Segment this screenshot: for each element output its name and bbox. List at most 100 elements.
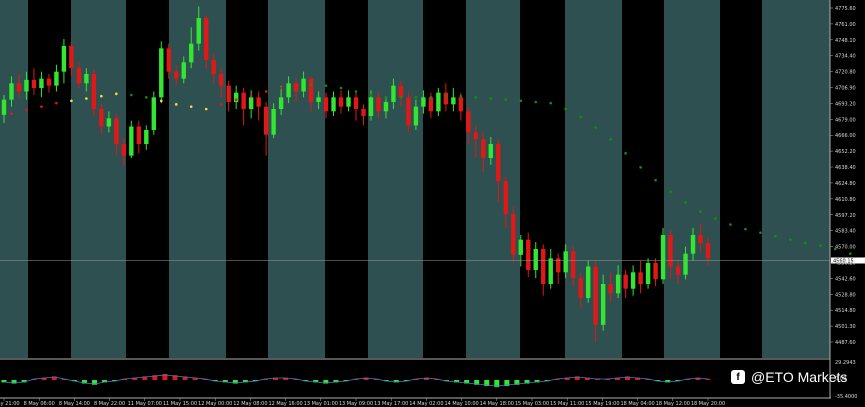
macd-band	[71, 360, 126, 398]
y-tick-label: 4720.80	[835, 70, 856, 76]
x-tick-label: 13 May 01:00	[304, 401, 338, 407]
candle-body	[346, 97, 351, 107]
ma-dot	[234, 98, 238, 101]
ma-dot	[354, 90, 358, 93]
session-band	[368, 0, 423, 358]
ma-dot	[279, 86, 283, 90]
ma-dot	[144, 96, 148, 99]
candle-body	[668, 235, 673, 267]
candle-body	[473, 132, 479, 140]
candle-body	[353, 97, 359, 109]
ma-dot	[115, 92, 118, 96]
x-tick-label: 8 May 06:00	[24, 401, 55, 407]
candle-body	[256, 97, 261, 107]
candle-body	[660, 235, 666, 280]
candle-body	[436, 92, 441, 112]
candle-body	[383, 102, 389, 112]
x-tick-label: 15 May 03:00	[515, 401, 549, 407]
candle-body	[496, 144, 501, 182]
candle-body	[421, 97, 426, 107]
candle-body	[413, 106, 419, 126]
candle-body	[91, 74, 97, 109]
price-chart[interactable]: 4560.154775.604761.004748.104734.404720.…	[0, 0, 865, 407]
candle-body	[121, 144, 127, 156]
candle-body	[196, 18, 201, 44]
ma-dot	[189, 105, 193, 108]
ma-dot	[459, 94, 463, 98]
candle-body	[54, 71, 59, 86]
y-tick-label: 4556.20	[835, 260, 856, 266]
ma-dot	[85, 97, 88, 100]
x-tick-label: 14 May 18:00	[480, 401, 514, 407]
y-tick-label: 4487.60	[835, 340, 856, 346]
macd-band	[664, 360, 720, 398]
brand-watermark: f @ETO Markets	[731, 369, 847, 385]
candle-body	[278, 97, 284, 109]
candle-body	[548, 258, 553, 284]
session-band	[423, 0, 466, 358]
y-tick-label: 4693.20	[835, 101, 856, 107]
session-band	[169, 0, 226, 358]
candle-body	[226, 85, 231, 102]
x-tick-label: 14 May 02:00	[409, 401, 443, 407]
ma-dot	[669, 190, 672, 194]
y-tick-label: 4761.00	[835, 22, 856, 28]
ma-dot	[429, 96, 433, 99]
candle-body	[481, 139, 486, 158]
y-tick-label: 4748.10	[835, 38, 856, 44]
candle-body	[16, 83, 22, 92]
candle-body	[578, 278, 583, 298]
y-tick-label: 4734.40	[835, 54, 856, 60]
ma-dot	[159, 99, 163, 103]
candle-body	[144, 130, 149, 144]
candle-body	[271, 109, 276, 135]
x-tick-label: 18 May 04:00	[620, 401, 654, 407]
candle-body	[585, 266, 591, 298]
candle-body	[316, 97, 321, 102]
x-tick-label: 7 May 21:00	[0, 401, 20, 407]
session-band	[268, 0, 325, 358]
x-tick-label: 12 May 00:00	[198, 401, 232, 407]
ma-dot	[744, 227, 747, 231]
candle-body	[76, 68, 82, 84]
y-tick-label: 4652.20	[835, 149, 856, 155]
candle-body	[331, 97, 336, 112]
macd-tick-label: -35.4000	[835, 394, 857, 400]
macd-band	[423, 360, 466, 398]
y-tick-label: 4514.80	[835, 308, 856, 314]
ma-dot	[174, 103, 178, 106]
candle-body	[61, 46, 67, 72]
y-tick-label: 4775.60	[835, 6, 856, 12]
candle-body	[361, 109, 366, 116]
x-tick-label: 15 May 19:00	[585, 401, 619, 407]
x-tick-label: 18 May 12:00	[656, 401, 690, 407]
ma-dot	[848, 252, 852, 255]
ma-dot	[204, 107, 208, 111]
macd-band	[325, 360, 368, 398]
ma-dot	[504, 98, 508, 101]
ma-dot	[264, 90, 268, 93]
candle-body	[406, 97, 411, 126]
candle-body	[398, 85, 404, 98]
ma-dot	[100, 94, 103, 98]
ma-dot	[55, 101, 58, 105]
session-band	[622, 0, 664, 358]
x-tick-label: 8 May 14:00	[59, 401, 90, 407]
ma-dot	[25, 108, 28, 112]
social-logo-icon: f	[731, 370, 745, 384]
x-tick-label: 11 May 07:00	[128, 401, 162, 407]
y-tick-label: 4583.40	[835, 229, 856, 235]
ma-dot	[249, 94, 253, 98]
candle-body	[211, 60, 216, 74]
candle-body	[511, 214, 516, 255]
candle-body	[653, 263, 658, 280]
candle-body	[630, 272, 636, 289]
candle-body	[503, 181, 508, 214]
candle-body	[338, 97, 344, 107]
ma-dot	[369, 93, 373, 97]
candle-body	[218, 74, 224, 86]
candle-body	[518, 239, 523, 255]
ma-dot	[609, 138, 612, 141]
candle-body	[705, 243, 711, 259]
ma-dot	[654, 178, 657, 182]
